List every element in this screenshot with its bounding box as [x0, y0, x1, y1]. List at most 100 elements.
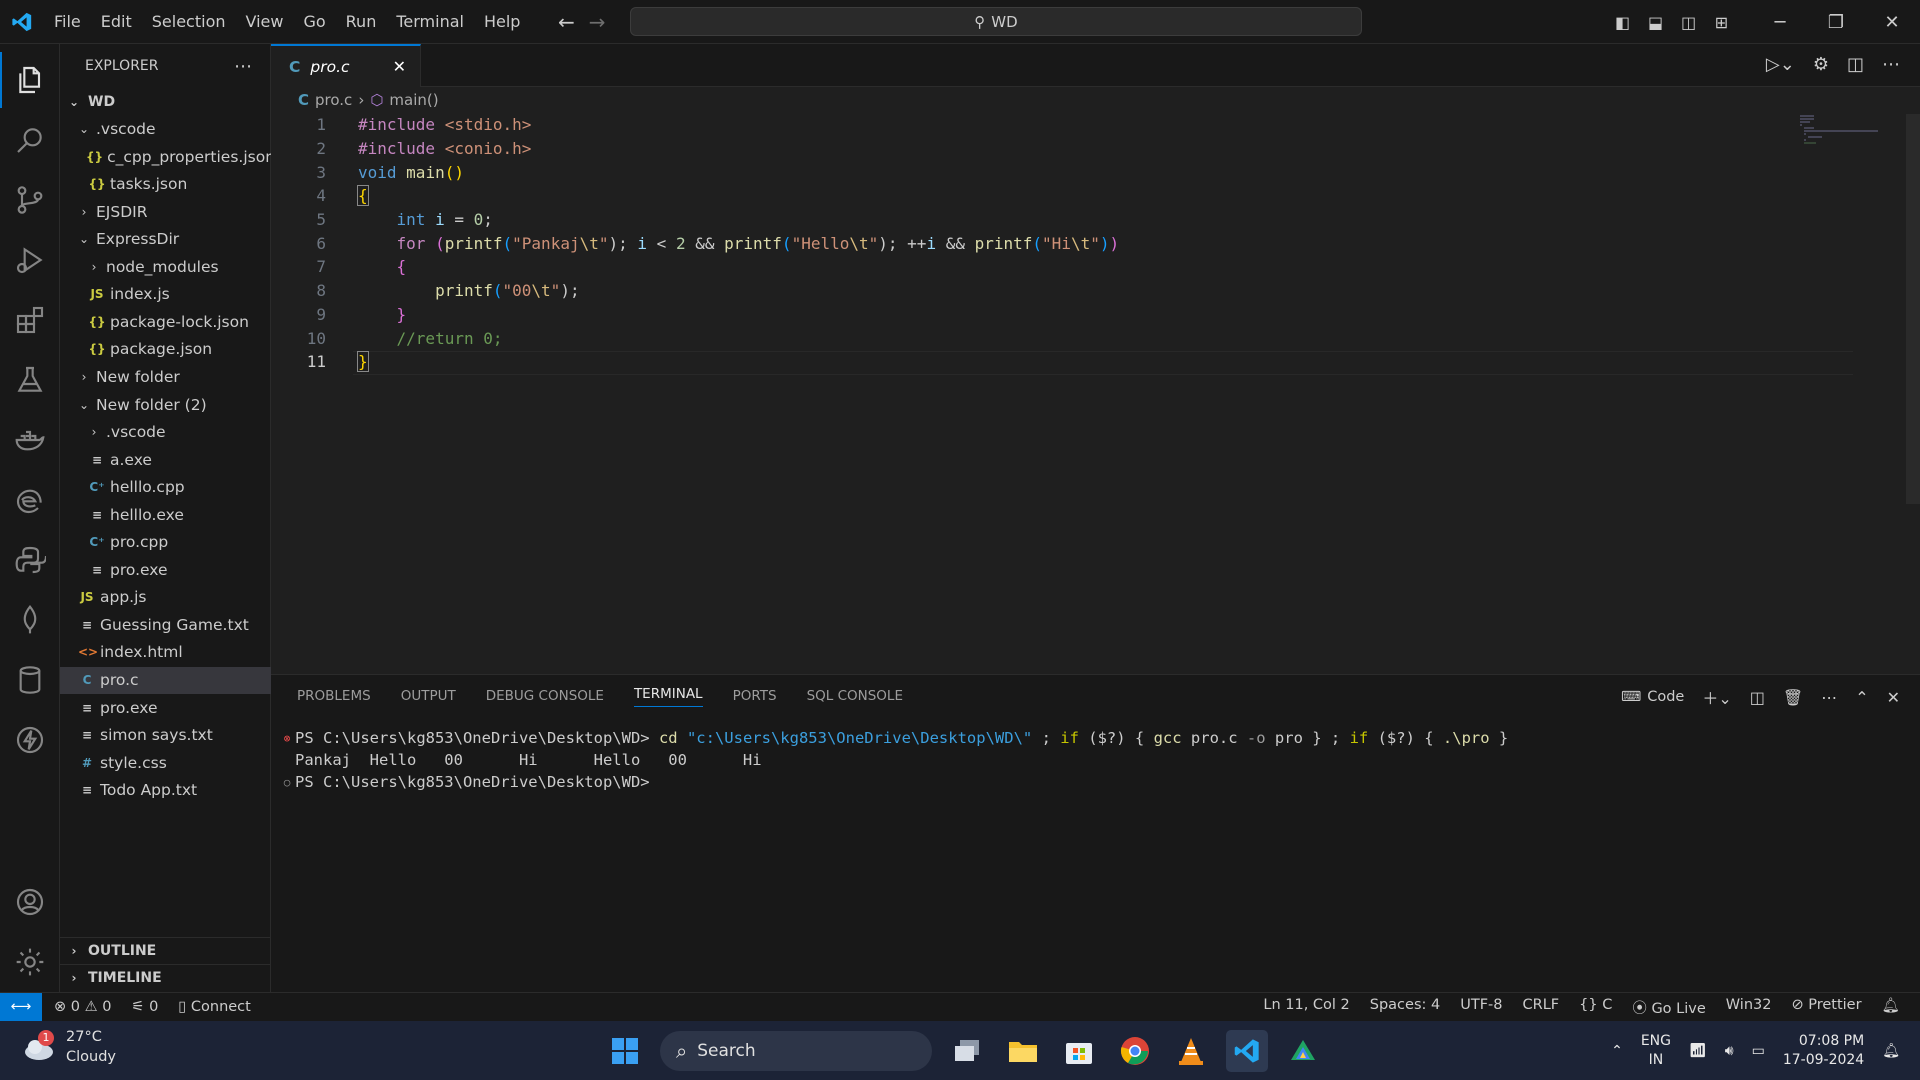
vlc-icon[interactable] [1170, 1030, 1212, 1072]
customize-layout-icon[interactable]: ⊞ [1705, 13, 1738, 32]
battery-icon[interactable]: ▭ [1752, 1043, 1765, 1059]
extensions-icon[interactable] [0, 292, 60, 348]
tree-item[interactable]: › node_modules [60, 253, 271, 280]
tree-item[interactable]: ≡ pro.exe [60, 556, 271, 583]
menu-selection[interactable]: Selection [142, 12, 236, 31]
taskbar-search[interactable]: ⌕ Search [660, 1031, 932, 1071]
menu-terminal[interactable]: Terminal [386, 12, 474, 31]
forward-arrow-icon[interactable]: → [589, 10, 606, 34]
outline-section[interactable]: › OUTLINE [60, 937, 271, 964]
settings-gear-icon[interactable] [0, 934, 60, 990]
tree-item[interactable]: ≡ Guessing Game.txt [60, 611, 271, 638]
editor-settings-icon[interactable]: ⚙ [1813, 54, 1829, 75]
tree-item[interactable]: Cpro.c [60, 666, 271, 694]
weather-widget[interactable]: 1 27°C Cloudy [22, 1027, 116, 1067]
chrome-icon[interactable] [1114, 1030, 1156, 1072]
wifi-icon[interactable]: 📶︎ [1689, 1043, 1707, 1059]
menu-file[interactable]: File [44, 12, 91, 31]
menu-view[interactable]: View [236, 12, 294, 31]
shell-label[interactable]: Code [1647, 689, 1684, 705]
tree-item[interactable]: # style.css [60, 749, 271, 776]
explorer-icon[interactable] [0, 52, 60, 108]
maximize-panel-icon[interactable]: ⌃ [1855, 688, 1868, 707]
terminal-output[interactable]: ⊗ PS C:\Users\kg853\OneDrive\Desktop\WD>… [279, 727, 1509, 793]
tree-item[interactable]: › .vscode [60, 419, 271, 446]
accounts-icon[interactable] [0, 874, 60, 930]
go-live-button[interactable]: ⦿ Go Live [1632, 997, 1705, 1018]
tree-item[interactable]: › EJSDIR [60, 198, 271, 225]
breadcrumb-symbol[interactable]: main() [389, 91, 438, 109]
tree-item[interactable]: {} package-lock.json [60, 308, 271, 335]
show-hidden-icons-chevron-icon[interactable]: ⌃ [1611, 1043, 1623, 1059]
toggle-secondary-sidebar-icon[interactable]: ◫ [1672, 13, 1705, 32]
close-tab-icon[interactable]: ✕ [393, 57, 406, 76]
tree-item[interactable]: ≡ pro.exe [60, 694, 271, 721]
input-language[interactable]: ENG IN [1641, 1032, 1671, 1070]
python-icon[interactable] [0, 532, 60, 588]
thunder-client-icon[interactable] [0, 712, 60, 768]
tree-item[interactable]: ≡ helllo.exe [60, 501, 271, 528]
run-code-icon[interactable]: ▷⌄ [1766, 54, 1795, 75]
docker-icon[interactable] [0, 412, 60, 468]
tab-output[interactable]: OUTPUT [401, 688, 456, 704]
tab-sql-console[interactable]: SQL CONSOLE [807, 688, 903, 704]
command-center[interactable]: ⚲ WD [630, 7, 1362, 36]
task-view-icon[interactable] [946, 1030, 988, 1072]
toggle-primary-sidebar-icon[interactable]: ◧ [1606, 13, 1639, 32]
mongodb-leaf-icon[interactable] [0, 592, 60, 648]
tree-item[interactable]: › New folder [60, 363, 271, 390]
tree-item[interactable]: {} tasks.json [60, 171, 271, 198]
microsoft-store-icon[interactable] [1058, 1030, 1100, 1072]
tree-item[interactable]: ≡ Todo App.txt [60, 777, 271, 804]
minimap[interactable] [1800, 114, 1880, 154]
volume-icon[interactable]: 🔊︎ [1725, 1043, 1734, 1059]
restore-icon[interactable]: ❐ [1808, 12, 1864, 33]
close-window-icon[interactable]: ✕ [1864, 12, 1920, 33]
minimize-icon[interactable]: ─ [1752, 12, 1808, 33]
tree-item[interactable]: ≡ a.exe [60, 446, 271, 473]
panel-more-icon[interactable]: ⋯ [1821, 688, 1837, 707]
tree-item[interactable]: C⁺ helllo.cpp [60, 474, 271, 501]
tree-item[interactable]: C⁺ pro.cpp [60, 529, 271, 556]
menu-edit[interactable]: Edit [91, 12, 142, 31]
file-explorer-icon[interactable] [1002, 1030, 1044, 1072]
source-control-icon[interactable] [0, 172, 60, 228]
tab-problems[interactable]: PROBLEMS [297, 688, 371, 704]
tree-item[interactable]: JS index.js [60, 281, 271, 308]
vscode-taskbar-icon[interactable] [1226, 1030, 1268, 1072]
testing-flask-icon[interactable] [0, 352, 60, 408]
close-panel-icon[interactable]: ✕ [1887, 688, 1900, 707]
split-editor-icon[interactable]: ◫ [1847, 54, 1864, 75]
indentation[interactable]: Spaces: 4 [1370, 997, 1440, 1018]
tree-item[interactable]: ≡ simon says.txt [60, 722, 271, 749]
menu-run[interactable]: Run [336, 12, 387, 31]
breadcrumb-file[interactable]: pro.c [315, 91, 352, 109]
notifications-bell-icon[interactable]: 🔔︎ [1882, 997, 1900, 1018]
end-of-line[interactable]: CRLF [1523, 997, 1560, 1018]
tree-item[interactable]: JS app.js [60, 584, 271, 611]
tree-item[interactable]: ⌄ .vscode [60, 116, 271, 143]
notification-bell-icon[interactable]: 🔔︎ [1882, 1043, 1900, 1059]
remote-indicator-icon[interactable]: ⟷ [0, 992, 42, 1022]
tree-item[interactable]: <> index.html [60, 639, 271, 666]
menu-go[interactable]: Go [293, 12, 335, 31]
editor-more-icon[interactable]: ⋯ [1882, 54, 1900, 75]
problems-indicator[interactable]: ⊗ 0 ⚠ 0 [54, 999, 111, 1015]
database-icon[interactable] [0, 652, 60, 708]
windows-start-icon[interactable] [604, 1030, 646, 1072]
tab-debug-console[interactable]: DEBUG CONSOLE [486, 688, 604, 704]
run-debug-icon[interactable] [0, 232, 60, 288]
new-terminal-icon[interactable]: ＋⌄ [1702, 685, 1731, 709]
tab-pro-c[interactable]: C pro.c ✕ [271, 44, 421, 87]
cursor-position[interactable]: Ln 11, Col 2 [1263, 997, 1349, 1018]
language-mode[interactable]: {} C [1579, 997, 1612, 1018]
tree-item[interactable]: ⌄ New folder (2) [60, 391, 271, 418]
toggle-panel-icon[interactable]: ⬓ [1639, 13, 1672, 32]
workspace-root[interactable]: ⌄ WD [60, 88, 271, 115]
more-actions-icon[interactable]: ⋯ [234, 56, 252, 77]
editor-scrollbar[interactable] [1906, 114, 1920, 504]
tab-ports[interactable]: PORTS [733, 688, 777, 704]
code-editor[interactable]: 1 #include <stdio.h> 2 #include <conio.h> … [271, 113, 1920, 374]
encoding[interactable]: UTF-8 [1460, 997, 1502, 1018]
search-view-icon[interactable] [0, 112, 60, 168]
